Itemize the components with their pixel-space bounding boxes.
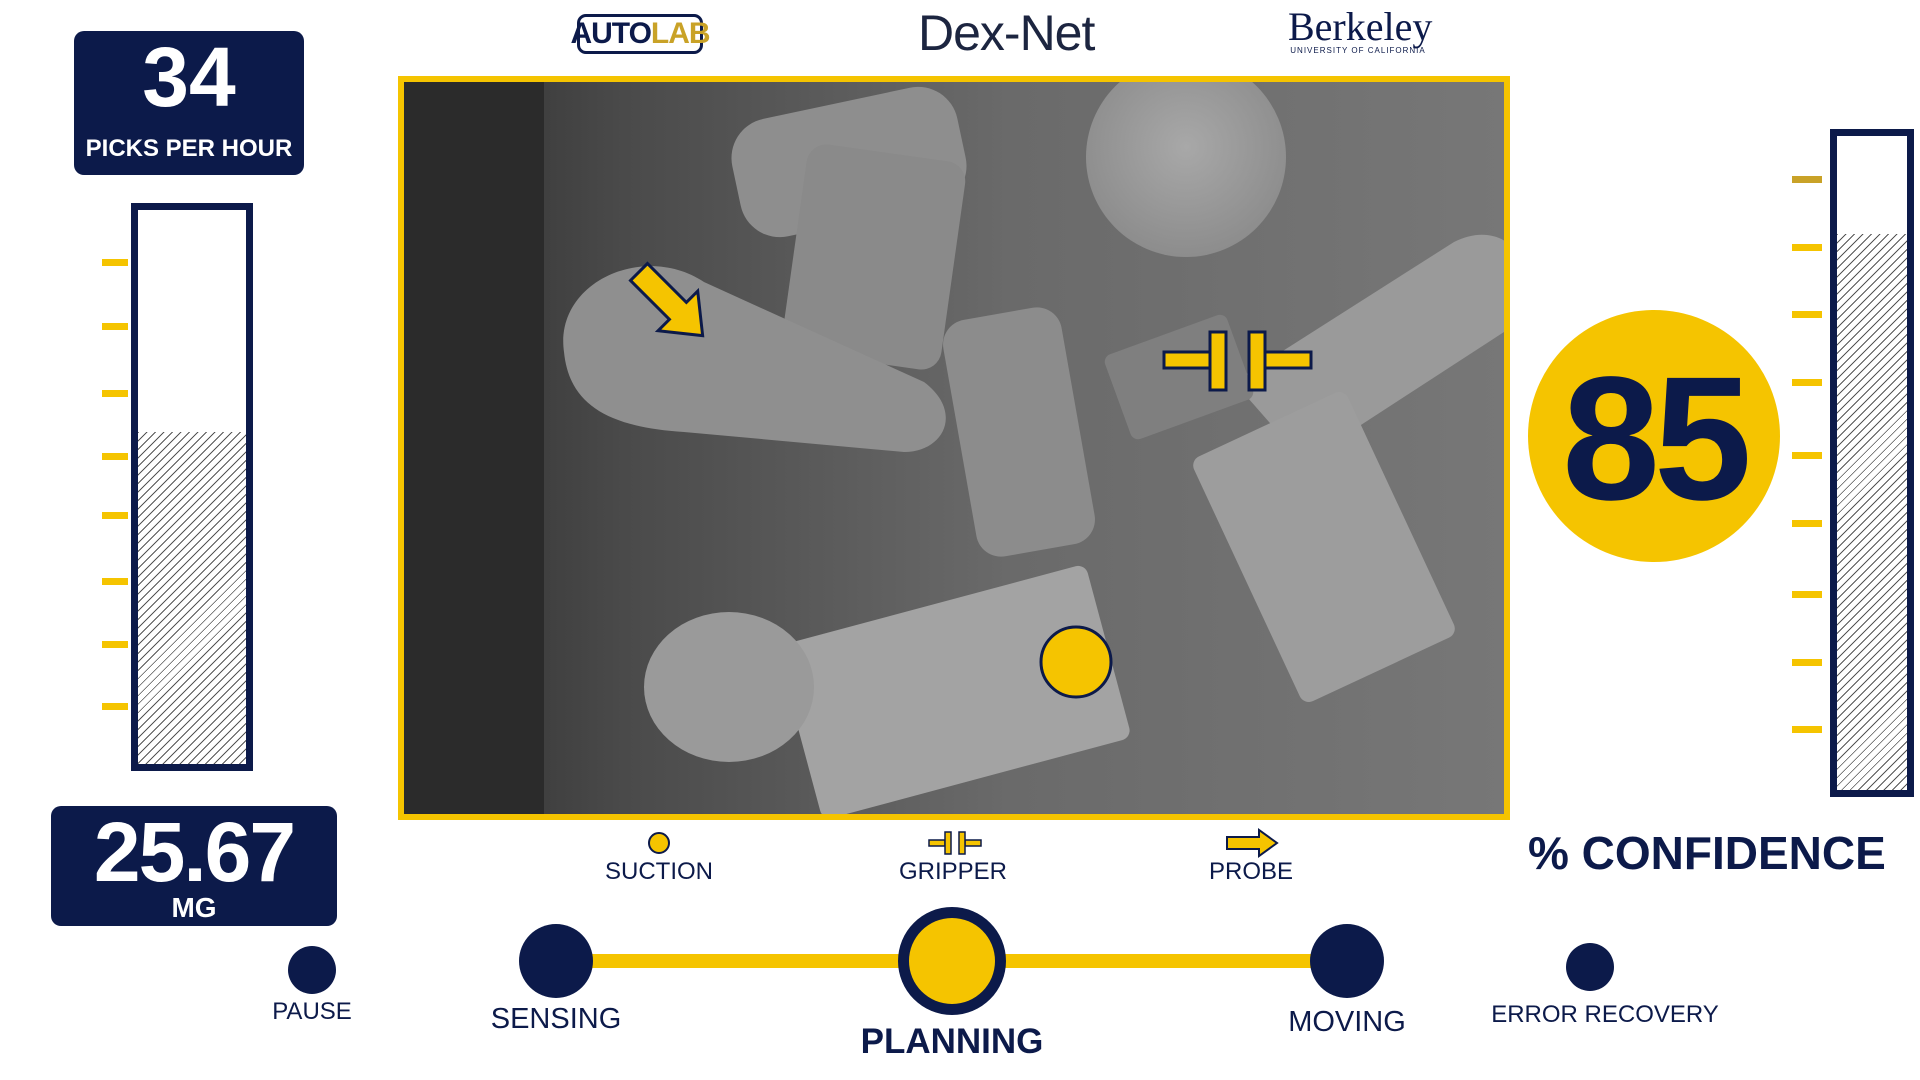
mass-value: 25.67 — [93, 805, 296, 899]
berkeley-logo: Berkeley UNIVERSITY OF CALIFORNIA — [1288, 4, 1433, 56]
picks-gauge — [131, 203, 253, 771]
confidence-badge: 85 — [1528, 310, 1780, 562]
berkeley-logo-text: Berkeley — [1288, 4, 1433, 49]
gauge-tick — [102, 390, 128, 397]
gauge-tick — [102, 323, 128, 330]
confidence-label: % CONFIDENCE — [1528, 827, 1886, 879]
suction-icon — [646, 830, 672, 856]
suction-grasp-marker — [1039, 625, 1113, 699]
gripper-label: GRIPPER — [898, 858, 1008, 885]
gauge-tick — [1792, 591, 1822, 598]
planning-step — [898, 907, 1006, 1015]
depth-image — [404, 82, 1504, 814]
pause-indicator[interactable] — [288, 946, 336, 994]
gauge-tick — [1792, 244, 1822, 251]
gauge-tick — [102, 512, 128, 519]
gauge-tick — [102, 259, 128, 266]
autolab-logo: AUTO LAB — [570, 14, 711, 54]
probe-label: PROBE — [1208, 858, 1294, 885]
gauge-tick — [1792, 176, 1822, 183]
gauge-tick — [102, 703, 128, 710]
picks-per-hour-value: 34 — [142, 30, 236, 124]
gauge-tick — [102, 578, 128, 585]
dexnet-logo: Dex-Net — [918, 5, 1095, 61]
confidence-value: 85 — [1562, 341, 1752, 537]
gauge-tick — [1792, 520, 1822, 527]
gauge-tick — [102, 641, 128, 648]
gauge-tick — [1792, 379, 1822, 386]
gauge-tick — [1792, 452, 1822, 459]
suction-label: SUCTION — [605, 858, 713, 885]
sensing-step — [519, 924, 593, 998]
gauge-tick — [1792, 726, 1822, 733]
error-recovery-indicator[interactable] — [1566, 943, 1614, 991]
picks-per-hour-panel: 34 PICKS PER HOUR — [74, 31, 304, 175]
gripper-icon — [928, 830, 982, 856]
gauge-tick — [1792, 311, 1822, 318]
mass-panel: 25.67 MG — [51, 806, 337, 926]
moving-label: MOVING — [1288, 1006, 1406, 1038]
probe-icon — [1225, 828, 1279, 858]
berkeley-logo-subtext: UNIVERSITY OF CALIFORNIA — [1290, 46, 1426, 55]
gauge-tick — [1792, 659, 1822, 666]
confidence-gauge-fill — [1837, 234, 1907, 790]
confidence-gauge — [1830, 129, 1914, 797]
autolab-logo-auto: AUTO — [570, 17, 651, 50]
picks-gauge-fill — [138, 431, 246, 764]
autolab-logo-lab: LAB — [650, 17, 711, 50]
moving-step — [1310, 924, 1384, 998]
planning-label: PLANNING — [860, 1022, 1044, 1061]
depth-image-view — [398, 76, 1510, 820]
sensing-label: SENSING — [490, 1003, 622, 1035]
error-recovery-label: ERROR RECOVERY — [1491, 1001, 1719, 1028]
mass-unit: MG — [171, 892, 217, 923]
planning-step-active — [909, 918, 995, 1004]
gauge-tick — [102, 453, 128, 460]
picks-per-hour-label: PICKS PER HOUR — [85, 135, 293, 162]
pause-label: PAUSE — [272, 998, 352, 1025]
